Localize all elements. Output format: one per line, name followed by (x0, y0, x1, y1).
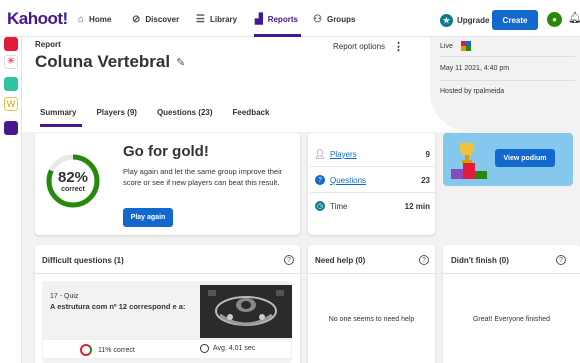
nav-library-label: Library (209, 15, 238, 24)
question-icon: ? (315, 175, 325, 185)
nav-groups[interactable]: ⚇ Groups (313, 14, 355, 25)
status-text: Live (440, 42, 453, 50)
star-icon: ★ (440, 14, 453, 27)
need-help-message: No one seems to need help (328, 316, 415, 323)
divider (443, 273, 580, 274)
app-icon-1[interactable] (4, 37, 18, 51)
report-meta-panel (430, 37, 580, 132)
didnt-finish-message: Great! Everyone finished (472, 316, 551, 323)
nav-groups-label: Groups (326, 15, 356, 24)
question-correct: 11% correct (80, 344, 135, 356)
tab-questions[interactable]: Questions (23) (157, 108, 213, 117)
avatar[interactable]: ● (547, 12, 562, 27)
time-value: 12 min (404, 201, 430, 211)
pinwheel-icon[interactable]: ✳ (4, 55, 18, 69)
report-title: Coluna Vertebral (35, 52, 171, 71)
divider (310, 166, 435, 167)
nav-home-label: Home (89, 15, 112, 24)
avg-text: Avg. 4.01 sec (213, 345, 256, 352)
question-type: 17 - Quiz (50, 293, 79, 300)
divider (440, 80, 575, 81)
page-title: Coluna Vertebral ✎ (35, 52, 185, 72)
players-count: 9 (425, 149, 430, 159)
tab-active-indicator (40, 124, 82, 127)
accuracy-sub: correct (61, 186, 85, 193)
divider (310, 192, 435, 193)
stat-questions: ? Questions 23 (315, 175, 430, 185)
difficult-questions-title: Difficult questions (1) (42, 256, 124, 265)
stat-players: 👤︎ Players 9 (314, 148, 430, 159)
report-options-button[interactable]: Report options ⋮ (333, 40, 404, 53)
top-navigation: Kahoot! ⌂ Home ⊘ Discover ☰ Library ▟ Re… (0, 0, 580, 37)
live-badge-icon (460, 41, 471, 51)
status-line: Live (440, 41, 471, 51)
w-app-icon[interactable]: W (4, 97, 18, 111)
host-text: Hosted by rpalmeida (440, 88, 505, 95)
tab-summary[interactable]: Summary (40, 108, 76, 117)
question-avg-time: Avg. 4.01 sec (200, 344, 255, 353)
app-sidebar: ✳ W (0, 37, 22, 363)
divider (308, 273, 435, 274)
question-text: A estrutura com nº 12 correspond e a: (50, 302, 186, 311)
upgrade-label: Upgrade (457, 16, 490, 25)
questions-link[interactable]: Questions (330, 176, 421, 185)
app-icon-3[interactable] (4, 77, 18, 91)
summary-headline: Go for gold! (123, 143, 209, 160)
correct-text: 11% correct (98, 346, 135, 354)
report-tabs: Summary Players (9) Questions (23) Feedb… (40, 108, 289, 117)
nav-home[interactable]: ⌂ Home (78, 14, 111, 25)
play-again-button[interactable]: Play again (123, 208, 173, 227)
report-options-label: Report options (333, 42, 386, 51)
vertebra-scan-image (200, 285, 292, 338)
time-label: Time (330, 201, 348, 211)
tab-feedback[interactable]: Feedback (233, 108, 270, 117)
stat-time: ◷ Time 12 min (315, 201, 430, 211)
divider (440, 56, 575, 57)
nav-discover-label: Discover (145, 15, 180, 24)
home-icon: ⌂ (78, 14, 85, 25)
bell-icon[interactable]: 🔔︎ (568, 11, 580, 24)
tab-players[interactable]: Players (9) (96, 108, 136, 117)
questions-count: 23 (421, 175, 430, 185)
accuracy-percent: 82% (57, 169, 89, 186)
section-label: Report (35, 40, 61, 49)
divider (35, 273, 300, 274)
more-vertical-icon: ⋮ (393, 41, 405, 53)
nav-discover[interactable]: ⊘ Discover (132, 14, 179, 25)
help-icon[interactable]: ? (419, 255, 429, 265)
app-icon-5[interactable] (4, 121, 18, 135)
compass-icon: ⊘ (132, 14, 141, 25)
correct-ring-icon (80, 344, 92, 356)
help-icon[interactable]: ? (284, 255, 294, 265)
nav-reports[interactable]: ▟ Reports (255, 14, 298, 25)
person-icon: 👤︎ (314, 148, 326, 159)
help-icon[interactable]: ? (556, 255, 566, 265)
list-icon: ☰ (196, 14, 205, 25)
report-date: May 11 2021, 4:40 pm (440, 65, 510, 72)
question-image (200, 285, 292, 338)
clock-icon (200, 344, 209, 353)
nav-reports-label: Reports (267, 15, 298, 24)
players-link[interactable]: Players (330, 150, 426, 159)
nav-library[interactable]: ☰ Library (196, 14, 237, 25)
view-podium-button[interactable]: View podium (495, 149, 555, 167)
clock-icon: ◷ (315, 201, 325, 211)
summary-description: Play again and let the same group improv… (123, 167, 283, 187)
create-button[interactable]: Create (492, 10, 538, 30)
people-icon: ⚇ (313, 14, 322, 25)
didnt-finish-title: Didn't finish (0) (451, 256, 509, 265)
upgrade-button[interactable]: ★ Upgrade (440, 14, 489, 27)
bar-chart-icon: ▟ (255, 14, 263, 25)
need-help-title: Need help (0) (315, 256, 366, 265)
pencil-icon[interactable]: ✎ (176, 56, 185, 69)
kahoot-logo[interactable]: Kahoot! (7, 9, 68, 29)
